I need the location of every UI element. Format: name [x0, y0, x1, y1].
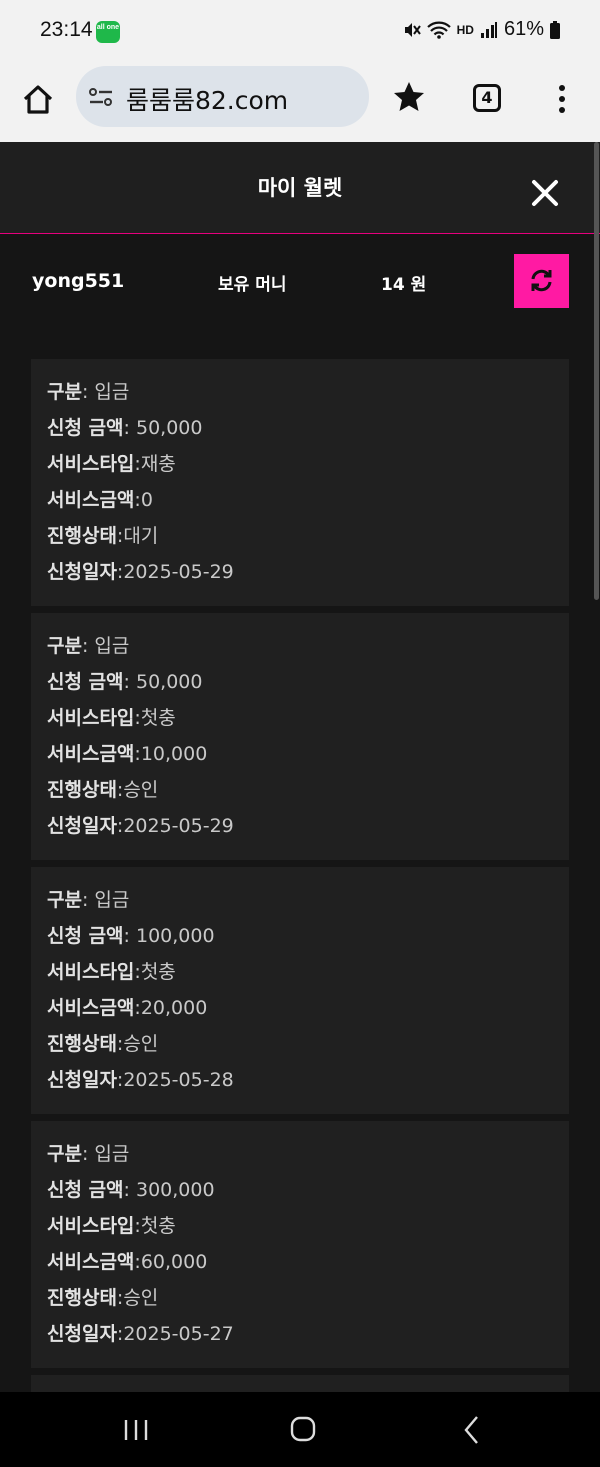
- service-type-row: 서비스타입:재충: [47, 453, 176, 475]
- browser-toolbar: 룸룸룸82.com 4: [0, 64, 600, 142]
- transaction-card: 구분: 입금 신청 금액: 50,000 서비스타입:재충 서비스금액:0 진행…: [31, 359, 569, 606]
- status-icons: HD 61%: [403, 18, 560, 41]
- close-icon[interactable]: [530, 178, 560, 208]
- date-row: 신청일자:2025-05-29: [47, 815, 234, 837]
- mute-icon: [404, 22, 421, 37]
- page-scrollbar[interactable]: [594, 142, 599, 600]
- battery-percent: 61%: [503, 18, 544, 40]
- service-type-row: 서비스타입:첫충: [47, 1215, 176, 1237]
- category-row: 구분: 입금: [47, 381, 130, 403]
- status-bar: 23:14 all one HD 61%: [0, 0, 600, 64]
- more-menu-icon[interactable]: [550, 82, 574, 116]
- date-row: 신청일자:2025-05-27: [47, 1323, 234, 1345]
- category-row: 구분: 입금: [47, 1143, 130, 1165]
- transaction-card: 구분: 입금 신청 금액: 50,000 서비스타입:첫충 서비스금액:10,0…: [31, 613, 569, 860]
- money-label: 보유 머니: [218, 275, 287, 295]
- home-nav-icon[interactable]: [283, 1412, 323, 1448]
- wifi-icon: [426, 21, 451, 39]
- url-text[interactable]: 룸룸룸82.com: [126, 81, 288, 117]
- amount-row: 신청 금액: 50,000: [47, 417, 203, 439]
- system-nav-bar: [0, 1392, 600, 1467]
- amount-row: 신청 금액: 50,000: [47, 671, 203, 693]
- service-amount-row: 서비스금액:0: [47, 489, 153, 511]
- amount-row: 신청 금액: 300,000: [47, 1179, 215, 1201]
- wallet-header: 마이 월렛: [0, 142, 600, 234]
- hd-voice-icon: HD: [456, 22, 474, 37]
- refresh-icon: [531, 269, 552, 292]
- status-row: 진행상태:대기: [47, 525, 159, 547]
- signal-icon: [480, 21, 497, 38]
- back-icon[interactable]: [452, 1412, 492, 1448]
- service-amount-row: 서비스금액:60,000: [47, 1251, 208, 1273]
- money-value: 14 원: [381, 275, 427, 295]
- service-type-row: 서비스타입:첫충: [47, 961, 176, 983]
- site-settings-icon[interactable]: [88, 84, 114, 110]
- date-row: 신청일자:2025-05-28: [47, 1069, 234, 1091]
- refresh-button[interactable]: [514, 254, 569, 308]
- page-title: 마이 월렛: [257, 176, 343, 200]
- address-bar[interactable]: 룸룸룸82.com: [76, 66, 369, 127]
- battery-icon: [550, 20, 560, 39]
- amount-row: 신청 금액: 100,000: [47, 925, 215, 947]
- transaction-list: 구분: 입금 신청 금액: 50,000 서비스타입:재충 서비스금액:0 진행…: [31, 359, 569, 1412]
- username: yong551: [32, 270, 125, 292]
- status-time: 23:14: [40, 18, 93, 41]
- service-amount-row: 서비스금액:10,000: [47, 743, 208, 765]
- app-badge-icon: all one: [96, 21, 120, 43]
- transaction-card: 구분: 입금 신청 금액: 100,000 서비스타입:첫충 서비스금액:20,…: [31, 867, 569, 1114]
- recent-apps-icon[interactable]: [116, 1412, 156, 1448]
- wallet-summary: yong551 보유 머니 14 원: [0, 234, 600, 334]
- transaction-card: 구분: 입금 신청 금액: 300,000 서비스타입:첫충 서비스금액:60,…: [31, 1121, 569, 1368]
- status-row: 진행상태:승인: [47, 1287, 159, 1309]
- tab-switcher-button[interactable]: 4: [473, 84, 501, 112]
- category-row: 구분: 입금: [47, 635, 130, 657]
- service-type-row: 서비스타입:첫충: [47, 707, 176, 729]
- date-row: 신청일자:2025-05-29: [47, 561, 234, 583]
- bookmark-star-icon[interactable]: [392, 80, 426, 114]
- category-row: 구분: 입금: [47, 889, 130, 911]
- service-amount-row: 서비스금액:20,000: [47, 997, 208, 1019]
- status-row: 진행상태:승인: [47, 779, 159, 801]
- status-row: 진행상태:승인: [47, 1033, 159, 1055]
- home-icon[interactable]: [20, 82, 56, 118]
